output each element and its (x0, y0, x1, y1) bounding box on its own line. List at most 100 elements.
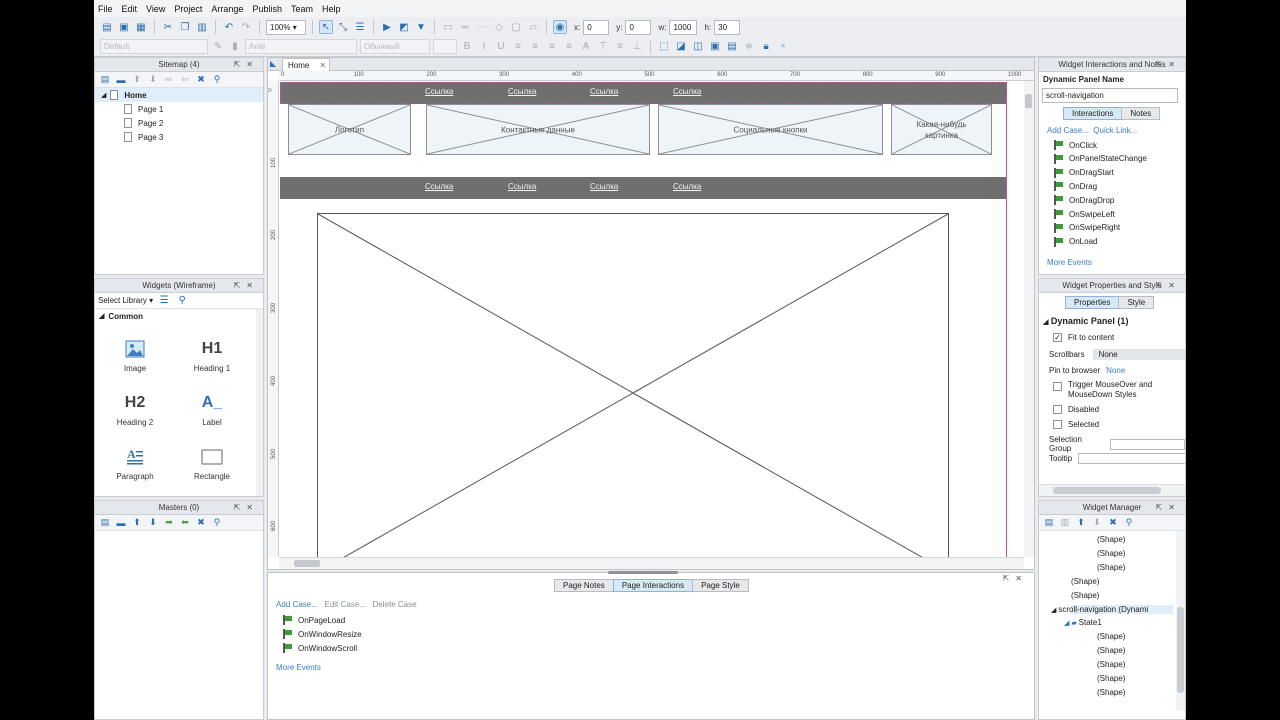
widget-event-onswipeleft[interactable]: OnSwipeLeft (1053, 209, 1115, 219)
fit-to-content-row[interactable]: ✓ Fit to content (1053, 333, 1114, 342)
corner-icon[interactable]: ▱ (526, 20, 540, 34)
delete-icon[interactable]: ✖ (1107, 517, 1119, 529)
pin-close-icon[interactable]: ⇱✕ (1003, 574, 1028, 583)
add-page-icon[interactable]: ▤ (99, 74, 111, 86)
align-left-icon[interactable]: ≡ (528, 40, 542, 54)
widget-manager-scrollbar[interactable] (1176, 531, 1185, 711)
menu-team[interactable]: Team (291, 4, 313, 14)
search-icon[interactable]: ⚲ (175, 294, 189, 308)
lock-icon[interactable]: 🔒︎ (759, 40, 773, 54)
tab-style[interactable]: Style (1118, 296, 1155, 309)
unlock-icon[interactable]: ▫ (776, 40, 790, 54)
menu-file[interactable]: File (98, 4, 113, 14)
widget-tree-row[interactable]: (Shape) (1097, 660, 1125, 669)
resize-handle[interactable] (608, 571, 678, 574)
widget-heading-2[interactable]: H2 Heading 2 (95, 391, 175, 427)
publish-icon[interactable]: ◩ (397, 20, 411, 34)
pin-close-icon[interactable]: ⇱✕ (234, 501, 259, 514)
tab-home[interactable]: Home ✕ (282, 58, 330, 71)
align-icon[interactable]: ▭ (441, 20, 455, 34)
align-right-icon[interactable]: ≡ (562, 40, 576, 54)
sitemap-page-1[interactable]: Page 1 (95, 102, 263, 116)
eye-visibility-icon[interactable]: ◉ (553, 20, 567, 34)
new-file-icon[interactable]: ▤ (100, 20, 114, 34)
connector-icon[interactable]: ⤡ (336, 20, 350, 34)
open-folder-icon[interactable]: ▣ (117, 20, 131, 34)
scroll-thumb[interactable] (1053, 487, 1161, 494)
fill-icon[interactable]: ◇ (492, 20, 506, 34)
format-painter-icon[interactable]: ▮ (228, 40, 242, 54)
tab-page-interactions[interactable]: Page Interactions (612, 579, 694, 592)
menu-publish[interactable]: Publish (252, 4, 282, 14)
menu-help[interactable]: Help (322, 4, 341, 14)
contacts-placeholder[interactable]: Контактные данные (426, 104, 650, 155)
scroll-thumb[interactable] (294, 560, 320, 567)
search-icon[interactable]: ⚲ (211, 74, 223, 86)
save-icon[interactable]: ▦ (134, 20, 148, 34)
collapse-arrow-icon[interactable]: ◢ (101, 91, 106, 99)
font-color-icon[interactable]: A (579, 40, 593, 54)
w-input[interactable]: 1000 (669, 19, 698, 35)
move-up-icon[interactable]: ⬆ (1075, 517, 1087, 529)
disabled-checkbox[interactable] (1053, 405, 1062, 414)
tab-menu-icon[interactable]: ◣ (270, 59, 276, 68)
nav-link[interactable]: Ссылка (508, 182, 536, 191)
search-icon[interactable]: ⚲ (1123, 517, 1135, 529)
menu-edit[interactable]: Edit (122, 4, 138, 14)
delete-case-link[interactable]: Delete Case (373, 600, 417, 609)
select-mode-icon[interactable]: ↖ (319, 20, 333, 34)
pin-to-browser-link[interactable]: None (1106, 366, 1125, 375)
redo-icon[interactable]: ↷ (239, 20, 253, 34)
delete-icon[interactable]: ✖ (195, 74, 207, 86)
indent-icon[interactable]: ⇨ (163, 74, 175, 86)
distribute-icon[interactable]: ▤ (725, 40, 739, 54)
pin-close-icon[interactable]: ⇱✕ (234, 279, 259, 292)
move-down-icon[interactable]: ⬇ (147, 517, 159, 529)
indent-icon[interactable]: ➡ (163, 517, 175, 529)
tab-notes[interactable]: Notes (1121, 107, 1161, 120)
distribute-v-icon[interactable]: ≑ (742, 40, 756, 54)
scroll-thumb[interactable] (1177, 607, 1184, 693)
style-select[interactable]: Default (100, 39, 208, 54)
add-state-icon[interactable]: ▥ (1059, 517, 1071, 529)
main-image-placeholder[interactable] (317, 213, 949, 559)
widget-label[interactable]: A_ Label (172, 391, 252, 427)
copy-icon[interactable]: ❐ (178, 20, 192, 34)
widget-tree-row[interactable]: (Shape) (1071, 577, 1099, 586)
selected-row[interactable]: Selected (1053, 420, 1099, 429)
properties-horizontal-scrollbar[interactable] (1039, 484, 1185, 496)
cut-icon[interactable]: ✂ (161, 20, 175, 34)
canvas-vertical-scrollbar[interactable] (1024, 81, 1034, 557)
panel-name-input[interactable]: scroll-navigation (1042, 88, 1178, 103)
send-back-icon[interactable]: ◫ (691, 40, 705, 54)
widget-image[interactable]: Image (95, 337, 175, 373)
picture-placeholder[interactable]: Какая-нибудь картинка (891, 104, 992, 155)
font-size-select[interactable] (433, 39, 457, 54)
share-icon[interactable]: ▼ (414, 20, 428, 34)
widget-tree-row[interactable]: (Shape) (1097, 646, 1125, 655)
widget-paragraph[interactable]: A Paragraph (95, 445, 175, 481)
canvas-horizontal-scrollbar[interactable] (279, 557, 1024, 569)
close-icon[interactable]: ✕ (319, 61, 326, 70)
scroll-thumb[interactable] (1025, 94, 1032, 108)
menu-project[interactable]: Project (174, 4, 202, 14)
pin-close-icon[interactable]: ⇱✕ (1156, 501, 1181, 514)
widget-heading-1[interactable]: H1 Heading 1 (172, 337, 252, 373)
widget-tree-row[interactable]: (Shape) (1097, 674, 1125, 683)
selection-group-input[interactable] (1109, 438, 1185, 450)
outdent-icon[interactable]: ⇦ (179, 74, 191, 86)
widget-tree-row[interactable]: ◢ scroll-navigation (Dynami (1051, 604, 1173, 614)
event-onpageload[interactable]: OnPageLoad (282, 615, 345, 625)
dynamic-panel-section[interactable]: ◢ Dynamic Panel (1) (1043, 316, 1128, 326)
widgets-scrollbar[interactable] (256, 309, 263, 496)
widget-event-onswiperight[interactable]: OnSwipeRight (1053, 222, 1120, 233)
filter-icon[interactable]: ▤ (1043, 517, 1055, 529)
widget-tree-row[interactable]: ◢ ▰ State1 (1064, 618, 1107, 627)
event-onwindowscroll[interactable]: OnWindowScroll (282, 643, 357, 653)
undo-icon[interactable]: ↶ (222, 20, 236, 34)
tab-interactions[interactable]: Interactions (1063, 107, 1123, 120)
widget-event-ondragdrop[interactable]: OnDragDrop (1053, 195, 1114, 206)
valign-middle-icon[interactable]: ≡ (613, 40, 627, 54)
menu-icon[interactable]: ☰ (157, 294, 171, 308)
bold-icon[interactable]: B (460, 40, 474, 54)
